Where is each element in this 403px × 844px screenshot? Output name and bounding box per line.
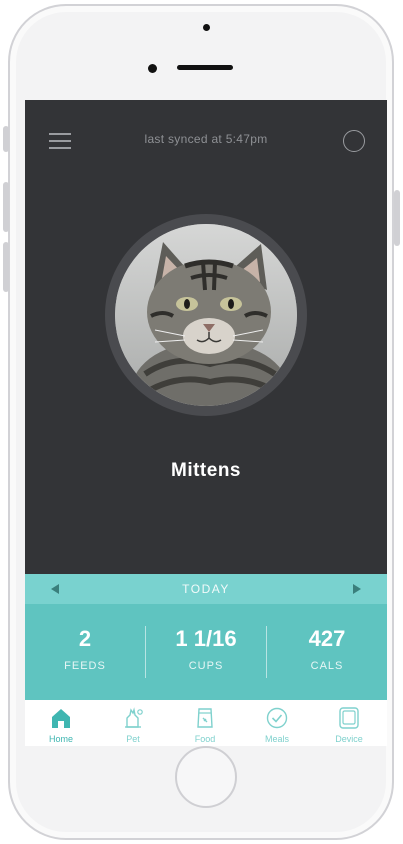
top-bar: last synced at 5:47pm — [25, 100, 387, 180]
stat-value: 427 — [308, 626, 346, 651]
stat-value: 1 1/16 — [175, 626, 237, 651]
tab-label: Home — [48, 734, 73, 744]
sensor-dot — [203, 24, 210, 31]
home-icon — [52, 709, 70, 728]
sync-status: last synced at 5:47pm — [144, 132, 268, 146]
next-day-icon[interactable] — [353, 584, 361, 594]
pet-avatar-ring — [105, 214, 307, 416]
tab-pet[interactable]: Pet — [97, 700, 169, 746]
pet-icon — [125, 707, 143, 728]
tab-label: Food — [194, 734, 216, 744]
pet-name: Mittens — [171, 460, 241, 481]
home-button[interactable] — [175, 746, 237, 808]
pet-avatar[interactable] — [115, 224, 297, 406]
stat-label: FEEDS — [64, 660, 106, 672]
daily-stats: 2 FEEDS 1 1/16 CUPS 427 CALS — [25, 604, 387, 700]
stat-label: CUPS — [188, 660, 224, 672]
stat-value: 2 — [78, 626, 92, 651]
tab-label: Meals — [264, 734, 289, 744]
tab-meals[interactable]: Meals — [241, 700, 313, 746]
front-camera — [148, 64, 157, 73]
stat-cups: 1 1/16 CUPS — [146, 604, 266, 700]
date-navigator: TODAY — [25, 574, 387, 604]
earpiece-speaker — [177, 65, 233, 70]
mute-switch — [3, 126, 9, 152]
tab-device[interactable]: Device — [313, 700, 385, 746]
tab-label: Device — [335, 734, 363, 744]
tab-home[interactable]: Home — [25, 700, 97, 746]
power-button — [394, 190, 400, 246]
device-icon — [339, 707, 359, 729]
stat-label: CALS — [310, 660, 344, 672]
tab-label: Pet — [126, 734, 140, 744]
meals-check-icon — [266, 707, 288, 729]
stat-cals: 427 CALS — [267, 604, 387, 700]
cat-photo — [115, 224, 297, 406]
date-label: TODAY — [182, 582, 230, 596]
app-screen: last synced at 5:47pm Mittens TODAY 2 FE… — [25, 100, 387, 746]
volume-up-button — [3, 182, 9, 232]
tab-bar: Home Pet Food Meals Device — [25, 700, 387, 746]
food-bag-icon — [197, 708, 213, 728]
stat-feeds: 2 FEEDS — [25, 604, 145, 700]
tab-food[interactable]: Food — [169, 700, 241, 746]
profile-icon[interactable] — [343, 130, 365, 152]
volume-down-button — [3, 242, 9, 292]
